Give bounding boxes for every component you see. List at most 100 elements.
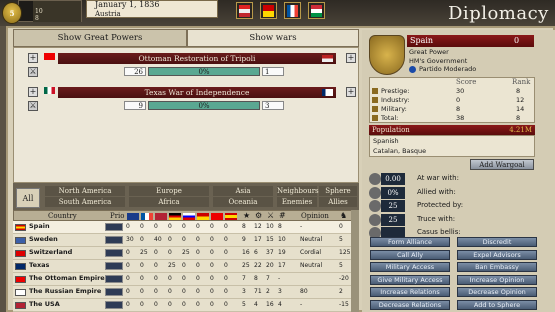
table-scrollbar[interactable] [351,210,359,312]
table-cell: 0 [196,275,200,282]
relation-row: 25 Truce with: [369,213,535,226]
table-cell: 0 [168,223,172,230]
ban-embassy-button[interactable]: Ban Embassy [457,262,537,272]
expand-icon[interactable]: + [346,53,356,63]
discredit-button[interactable]: Discredit [457,237,537,247]
war-score-bar: 0% [148,67,260,76]
relation-label: Protected by: [417,201,464,209]
flag-button[interactable] [260,2,277,19]
star-icon[interactable]: ★ [243,211,250,220]
country-name: Switzerland [29,248,73,256]
priority-icon[interactable] [105,275,123,283]
add-to-sphere-button[interactable]: Add to Sphere [457,299,537,310]
header-country[interactable]: Country [48,212,77,220]
filter-enemies[interactable]: Enemies [277,197,317,207]
priority-icon[interactable] [105,262,123,270]
score-header: Score [456,78,477,86]
table-row[interactable]: Texas 0 0 0 25 0 0 0 0 25 22 20 17 Neutral 5 [13,260,351,273]
military-icon [372,106,378,112]
factory-icon[interactable]: ⚙ [255,211,262,220]
filter-oceania[interactable]: Oceania [213,197,273,207]
tab-show-wars[interactable]: Show wars [187,29,359,47]
table-cell: 0 [140,262,144,269]
table-cell: 0 [126,288,130,295]
population-value: 4.21M [509,126,532,134]
table-row[interactable]: The Ottoman Empire 0 0 0 0 0 0 0 0 7 8 7 - -20 [13,273,351,286]
tr-flag-icon[interactable] [211,213,223,220]
table-cell: 15 [266,236,274,243]
priority-icon[interactable] [105,249,123,257]
add-wargoal-button[interactable]: Add Wargoal [470,159,534,170]
filter-all-button[interactable]: All [16,188,40,208]
window-title: Diplomacy [448,3,549,24]
flag-button[interactable] [236,2,253,19]
war-entry[interactable]: + Texas War of Independence + ⚔ 9 0% 3 [28,87,358,115]
table-cell: 22 [254,262,262,269]
give-military-access-button[interactable]: Give Military Access [370,274,450,285]
fr-flag-icon[interactable] [141,213,153,220]
priority-icon[interactable] [105,301,123,309]
filter-sphere[interactable]: Sphere [319,186,357,196]
increase-relations-button[interactable]: Increase Relations [370,287,450,297]
filter-south-america[interactable]: South America [45,197,125,207]
culture-box: Spanish Catalan, Basque [369,135,535,157]
expand-icon[interactable]: + [28,53,38,63]
call-ally-button[interactable]: Call Ally [370,249,450,260]
priority-icon[interactable] [105,288,123,296]
de-flag-icon[interactable] [169,213,181,220]
country-label: Austria [95,10,121,18]
expand-icon[interactable]: + [346,87,356,97]
header-prio[interactable]: Prio [110,212,125,220]
nation-crest-icon[interactable]: 5 [2,2,22,24]
total-icon[interactable]: # [279,211,286,220]
es-flag-icon[interactable] [225,213,237,220]
military-access-button[interactable]: Military Access [370,262,450,272]
decrease-opinion-button[interactable]: Decrease Opinion [457,287,537,297]
decrease-relations-button[interactable]: Decrease Relations [370,299,450,310]
table-cell: 0 [210,262,214,269]
form-alliance-button[interactable]: Form Alliance [370,237,450,247]
ru-flag-icon[interactable] [183,213,195,220]
table-cell: 37 [266,249,274,256]
us-flag-icon[interactable] [155,213,167,220]
war-entry[interactable]: + Ottoman Restoration of Tripoli + ⚔ 26 … [28,53,358,81]
military-icon[interactable]: ⚔ [267,211,274,220]
at-flag-icon[interactable] [197,213,209,220]
table-row[interactable]: The USA 0 0 0 0 0 0 0 0 5 4 16 4 - -15 [13,299,351,312]
relations-icon[interactable]: ♞ [340,211,347,220]
table-cell: 17 [254,236,262,243]
priority-icon[interactable] [105,236,123,244]
relation-row: 0.00 At war with: [369,173,535,185]
score-row: Industry: 0 12 [370,96,534,105]
expand-icon[interactable]: + [28,87,38,97]
table-cell: 0 [154,275,158,282]
filter-asia[interactable]: Asia [213,186,273,196]
table-row[interactable]: Spain 0 0 0 0 0 0 0 0 8 12 10 8 - 0 [13,221,351,234]
table-row[interactable]: The Russian Empire 0 0 0 0 0 0 0 0 3 71 2 3 80 2 [13,286,351,299]
filter-africa[interactable]: Africa [129,197,209,207]
table-cell: 8 [254,275,258,282]
table-row[interactable]: Switzerland 0 25 0 0 25 0 0 0 16 6 37 19 Cordial 125 [13,247,351,260]
crest-badge: 5 [9,9,15,18]
table-cell: 0 [182,301,186,308]
table-cell: - [300,301,303,308]
flag-button[interactable] [284,2,301,19]
truce-icon [369,213,381,226]
score-value: 8 [456,105,461,113]
table-cell: 8 [242,223,246,230]
tab-show-great-powers[interactable]: Show Great Powers [13,29,187,47]
expel-advisors-button[interactable]: Expel Advisors [457,249,537,260]
table-cell: 0 [210,223,214,230]
date-label: January 1, 1836 [95,0,160,9]
gb-flag-icon[interactable] [127,213,139,220]
header-opinion[interactable]: Opinion [301,212,329,220]
priority-icon[interactable] [105,223,123,231]
flag-button[interactable] [308,2,325,19]
filter-allies[interactable]: Allies [319,197,357,207]
table-row[interactable]: Sweden 30 0 40 0 0 0 0 0 9 17 15 10 Neutral 5 [13,234,351,247]
filter-europe[interactable]: Europe [129,186,209,196]
filter-north-america[interactable]: North America [45,186,125,196]
increase-opinion-button[interactable]: Increase Opinion [457,274,537,285]
filter-neighbours[interactable]: Neighbours [277,186,319,196]
table-cell: 0 [196,236,200,243]
